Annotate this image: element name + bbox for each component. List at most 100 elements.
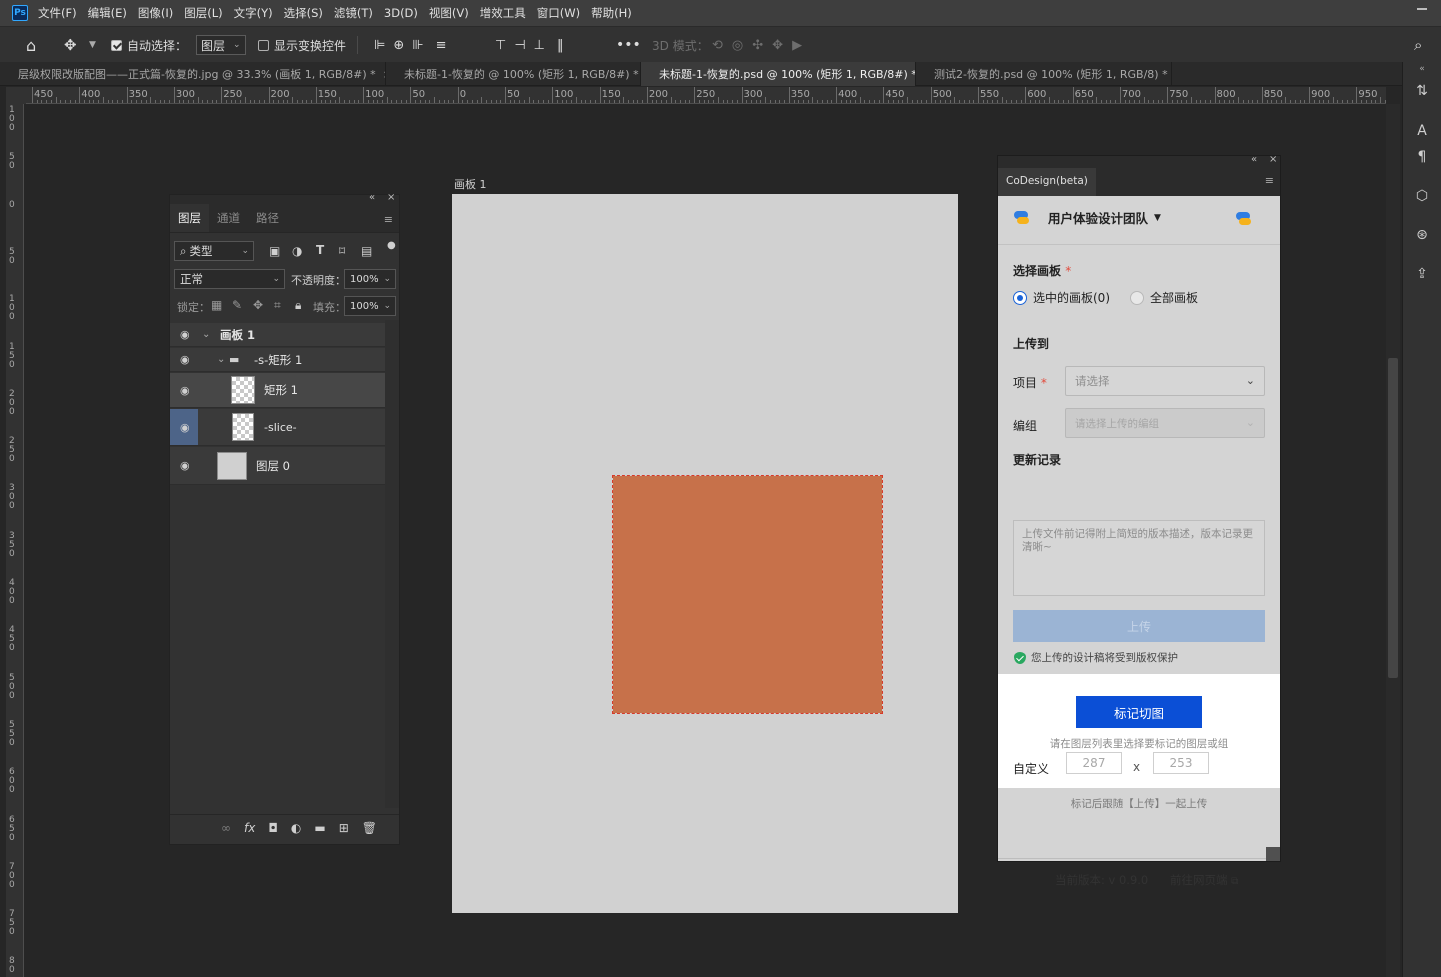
fill-input[interactable]: 100% ⌄ [344,296,396,316]
layer-row-group[interactable]: ◉ ⌄ ▬ -s-矩形 1 [170,348,385,372]
history-icon[interactable]: ⇅ [1413,82,1431,100]
visibility-eye-icon[interactable]: ◉ [180,459,190,472]
codesign-logo-icon[interactable] [1236,212,1252,226]
height-input[interactable]: 253 [1153,752,1209,774]
update-log-textarea[interactable]: 上传文件前记得附上简短的版本描述，版本记录更清晰~ [1013,520,1265,596]
lock-position-icon[interactable]: ✥ [253,298,263,312]
delete-icon[interactable]: 🗑︎ [362,821,377,835]
scrollbar-thumb[interactable] [1388,358,1398,678]
tab-document-4[interactable]: 测试2-恢复的.psd @ 100% (矩形 1, RGB/8) *× [916,62,1172,86]
filter-smart-object-icon[interactable]: ▤ [361,244,372,258]
visibility-eye-icon[interactable]: ◉ [180,421,190,434]
align-left-icon[interactable]: ⊫ [374,38,393,53]
visibility-eye-icon[interactable]: ◉ [180,353,190,366]
search-icon[interactable]: ⌕ [1414,27,1422,63]
align-top-icon[interactable]: ⊤ [495,38,514,53]
menu-help[interactable]: 帮助(H) [591,5,632,21]
layers-scrollbar[interactable] [385,320,399,808]
auto-select-target-dropdown[interactable]: 图层 ⌄ [196,27,246,63]
tab-document-2[interactable]: 未标题-1-恢复的 @ 100% (矩形 1, RGB/8#) *× [386,62,641,86]
show-transform-checkbox[interactable]: 显示变换控件 [258,27,346,63]
menu-image[interactable]: 图像(I) [138,5,173,21]
align-vertical-buttons[interactable]: ⊤ ⊣ ⊥ ‖ [495,27,571,63]
tab-codesign[interactable]: CoDesign(beta) [998,168,1096,196]
tab-document-1[interactable]: 层级权限改版配图——正式篇-恢复的.jpg @ 33.3% (画板 1, RGB… [0,62,386,86]
align-right-icon[interactable]: ⊪ [412,38,431,53]
lock-all-icon[interactable]: 🔒︎ [295,298,301,313]
panel-menu-icon[interactable]: ≡ [384,213,393,226]
minimize-icon[interactable] [1417,8,1427,10]
add-mask-icon[interactable]: ◘ [268,821,278,835]
menu-edit[interactable]: 编辑(E) [88,5,127,21]
auto-select-checkbox[interactable]: 自动选择： [111,27,187,63]
resize-handle[interactable] [1266,847,1280,861]
team-selector[interactable]: 用户体验设计团队 ▼ [1014,208,1161,227]
menu-window[interactable]: 窗口(W) [537,5,580,21]
layer-row-slice[interactable]: ◉ -slice- [170,409,385,446]
close-icon[interactable]: × [1269,154,1277,165]
close-icon[interactable]: × [387,192,395,203]
menu-3d[interactable]: 3D(D) [384,6,418,20]
width-input[interactable]: 287 [1066,752,1122,774]
distribute-v-icon[interactable]: ‖ [557,38,572,53]
tab-paths[interactable]: 路径 [248,210,287,232]
collapse-icon[interactable]: « [369,192,375,203]
chevron-down-icon[interactable]: ⌄ [217,354,225,365]
filter-shape-icon[interactable]: ⌑ [339,244,345,258]
move-tool-icon[interactable]: ✥ [64,27,77,63]
radio-selected-boards[interactable]: 选中的画板(0) [1013,289,1110,306]
group-select[interactable]: 请选择上传的编组 ⌄ [1065,408,1265,438]
menu-select[interactable]: 选择(S) [284,5,323,21]
chevron-down-icon[interactable]: ▼ [89,27,96,63]
paragraph-icon[interactable]: ¶ [1413,148,1431,166]
filter-adjustment-icon[interactable]: ◑ [292,244,302,258]
distribute-icon[interactable]: ≡ [436,38,455,53]
adjustment-layer-icon[interactable]: ◐ [291,821,301,835]
character-icon[interactable]: A [1413,122,1431,140]
align-middle-icon[interactable]: ⊣ [514,38,533,53]
layer-row-rectangle[interactable]: ◉ 矩形 1 [170,373,385,408]
mark-slice-button[interactable]: 标记切图 [1076,696,1202,728]
collapse-icon[interactable]: « [1251,154,1257,165]
visibility-eye-icon[interactable]: ◉ [180,328,190,341]
fx-icon[interactable]: fx [244,821,255,835]
layer-filter-dropdown[interactable]: ⌕ 类型 ⌄ [174,241,254,261]
more-options-icon[interactable]: ••• [616,27,641,63]
rectangle-shape[interactable] [612,475,883,714]
new-group-icon[interactable]: ▬ [314,821,325,835]
layer-row-layer0[interactable]: ◉ 图层 0 [170,447,385,485]
checkbox-empty-icon[interactable] [258,39,269,51]
export-icon[interactable]: ⇪ [1413,265,1431,283]
lock-artboard-icon[interactable]: ⌗ [274,298,281,313]
radio-unchecked-icon[interactable] [1130,290,1144,305]
menu-filter[interactable]: 滤镜(T) [334,5,373,21]
align-bottom-icon[interactable]: ⊥ [534,38,553,53]
codesign-plugin-icon[interactable]: ⊛ [1413,226,1431,244]
collapse-icon[interactable]: « [1413,60,1431,78]
blend-mode-dropdown[interactable]: 正常 ⌄ [174,269,285,289]
filter-pixel-icon[interactable]: ▣ [269,244,280,258]
menu-plugins[interactable]: 增效工具 [480,5,526,21]
opacity-input[interactable]: 100% ⌄ [344,269,396,289]
tab-document-3-active[interactable]: 未标题-1-恢复的.psd @ 100% (矩形 1, RGB/8#) *× [641,62,916,86]
home-icon[interactable]: ⌂ [26,27,36,63]
filter-type-icon[interactable]: T [316,243,324,257]
panel-menu-icon[interactable]: ≡ [1265,174,1274,187]
checkbox-checked-icon[interactable] [111,39,122,51]
menu-layer[interactable]: 图层(L) [184,5,222,21]
new-layer-icon[interactable]: ⊞ [339,821,349,835]
link-layers-icon[interactable]: ∞ [221,821,231,835]
upload-button[interactable]: 上传 [1013,610,1265,642]
3d-cube-icon[interactable]: ⬡ [1413,187,1431,205]
align-buttons[interactable]: ⊫ ⊕ ⊪ ≡ [374,27,454,63]
visibility-eye-icon[interactable]: ◉ [180,384,190,397]
radio-checked-icon[interactable] [1013,290,1027,305]
tab-channels[interactable]: 通道 [209,210,248,232]
chevron-down-icon[interactable]: ⌄ [202,329,210,340]
menu-file[interactable]: 文件(F) [38,5,77,21]
lock-transparent-icon[interactable]: ▦ [211,298,222,312]
menu-type[interactable]: 文字(Y) [234,5,273,21]
project-select[interactable]: 请选择 ⌄ [1065,366,1265,396]
lock-brush-icon[interactable]: ✎ [232,298,242,312]
radio-all-boards[interactable]: 全部画板 [1130,289,1198,306]
